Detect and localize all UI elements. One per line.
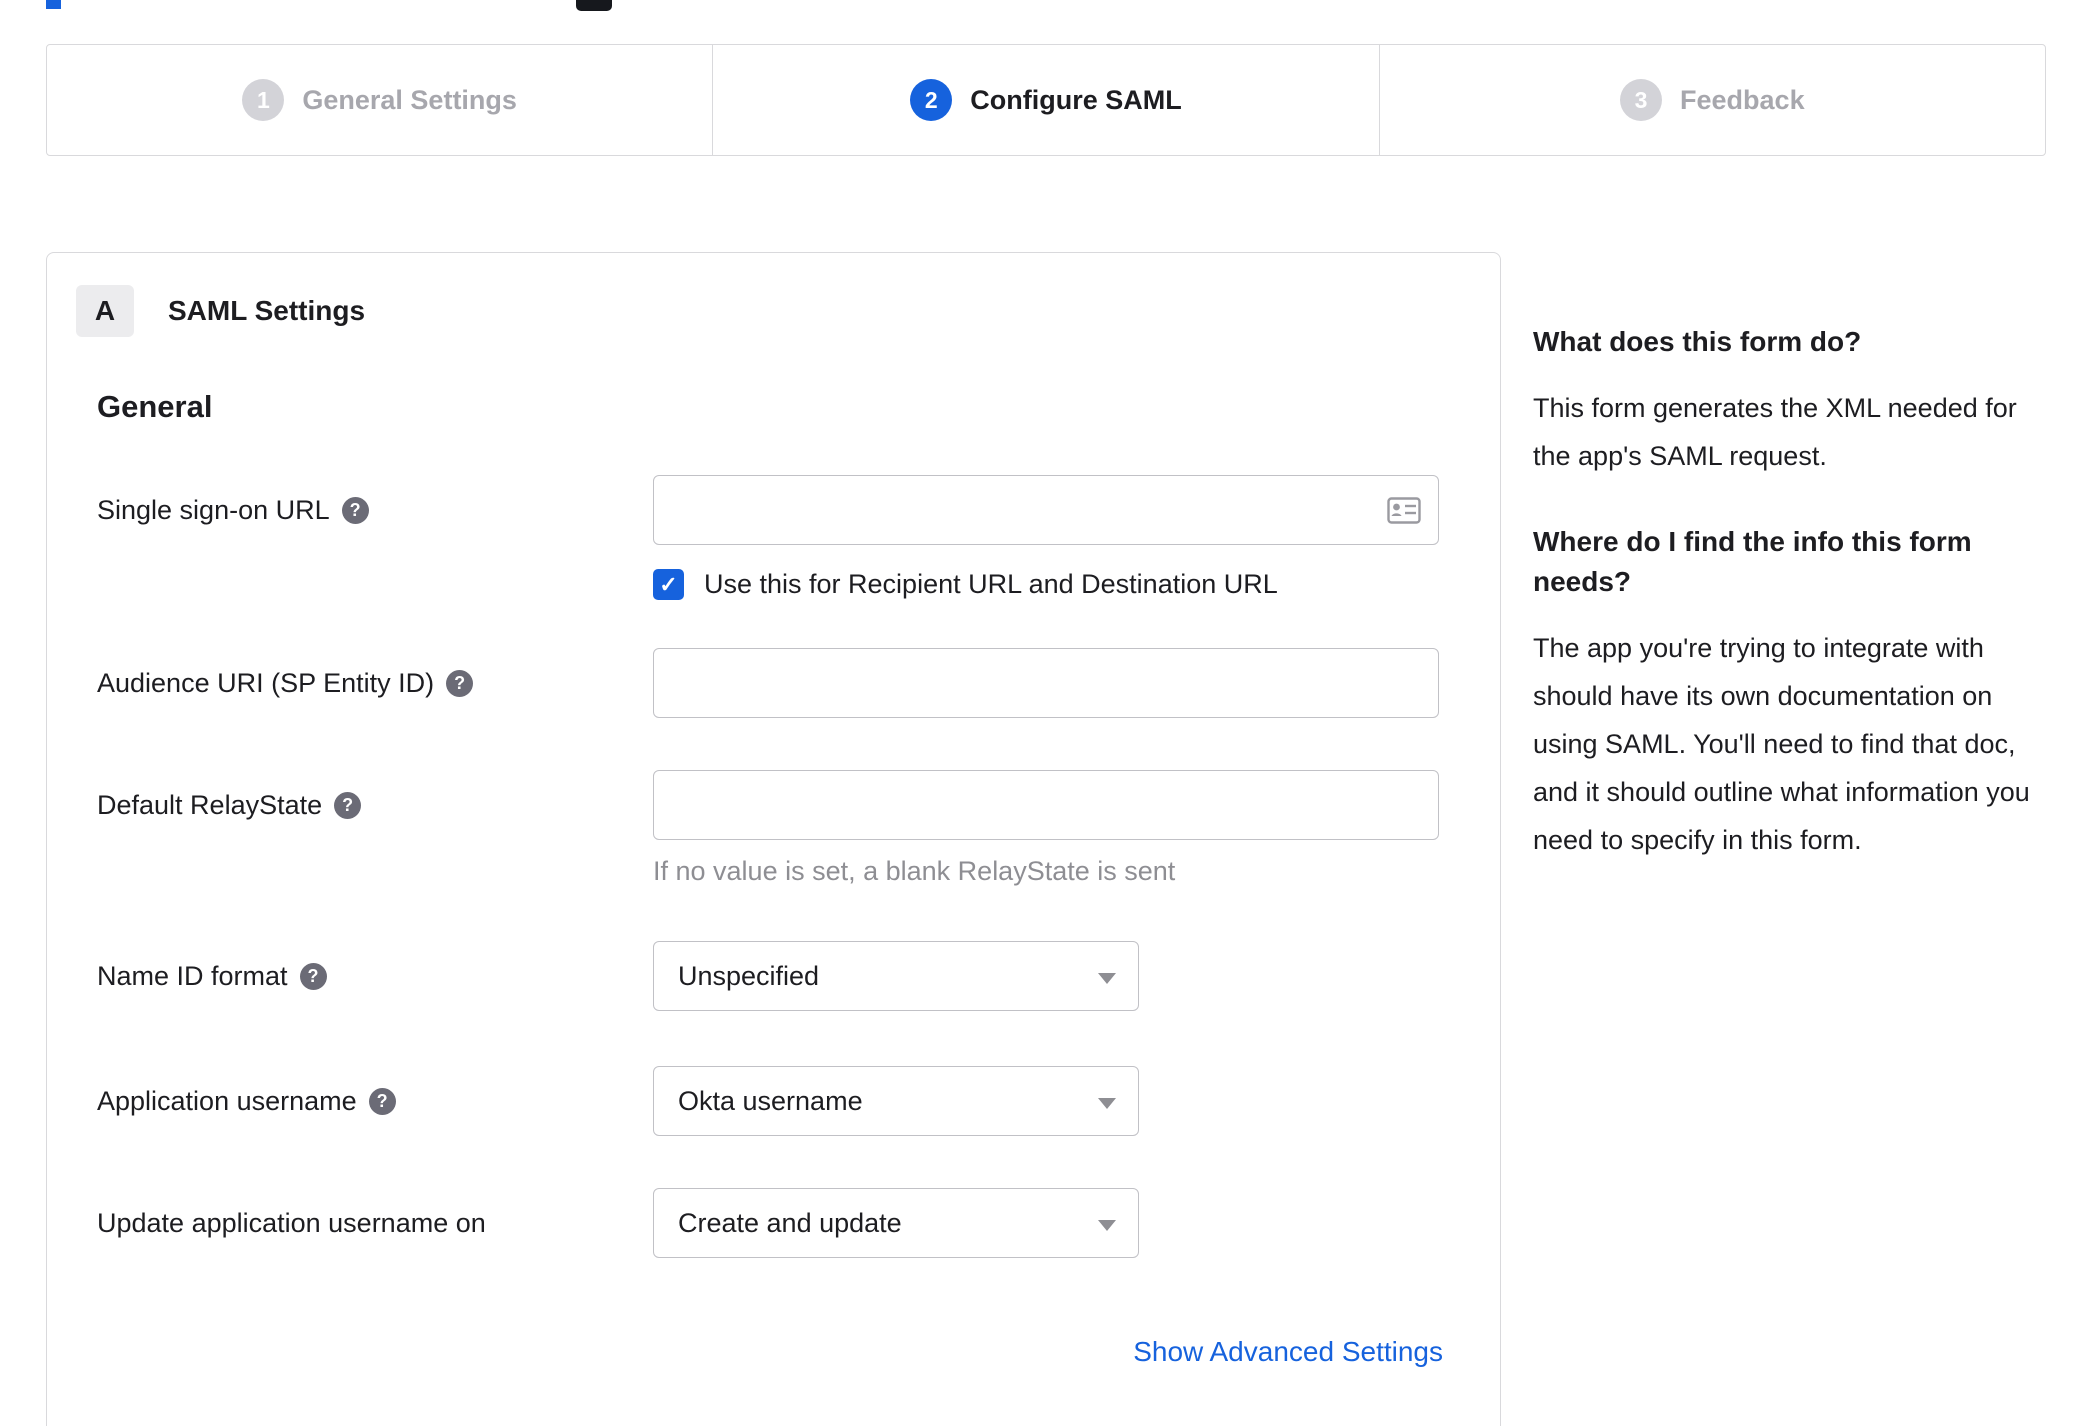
field-row-single-sign-on-url: Single sign-on URL ? ✓ Use this for Reci… xyxy=(97,475,1470,600)
field-row-audience-uri: Audience URI (SP Entity ID) ? xyxy=(97,648,1470,718)
chevron-down-icon xyxy=(1098,1219,1116,1231)
field-input-group: Create and update xyxy=(653,1188,1443,1258)
recipient-url-checkbox-label: Use this for Recipient URL and Destinati… xyxy=(704,569,1278,599)
update-username-on-select[interactable]: Create and update xyxy=(653,1188,1139,1258)
field-input-group: ✓ Use this for Recipient URL and Destina… xyxy=(653,475,1443,600)
advanced-settings-row: Show Advanced Settings xyxy=(97,1336,1443,1368)
panel-header: A SAML Settings xyxy=(76,285,1470,337)
step-2-label: Configure SAML xyxy=(970,84,1182,115)
help-icon[interactable]: ? xyxy=(368,1088,396,1115)
field-input-group: Unspecified xyxy=(653,941,1443,1011)
panel-title: SAML Settings xyxy=(168,295,366,326)
field-row-update-username-on: Update application username on Create an… xyxy=(97,1188,1470,1258)
step-general-settings[interactable]: 1 General Settings xyxy=(47,45,712,155)
clipped-header-icon-fragment xyxy=(576,0,612,11)
field-label-group: Single sign-on URL ? xyxy=(97,475,653,600)
general-section-heading: General xyxy=(97,389,213,424)
section-a-badge: A xyxy=(76,285,134,337)
name-id-format-select[interactable]: Unspecified xyxy=(653,941,1139,1011)
update-username-on-value: Create and update xyxy=(678,1207,902,1238)
field-input-group: Okta username xyxy=(653,1066,1443,1136)
step-feedback[interactable]: 3 Feedback xyxy=(1378,45,2045,155)
field-label: Single sign-on URL xyxy=(97,495,330,525)
help-icon[interactable]: ? xyxy=(334,792,362,819)
sidebar-heading-2: Where do I find the info this form needs… xyxy=(1533,526,1972,597)
field-label: Audience URI (SP Entity ID) xyxy=(97,668,435,698)
clipped-page-title-fragment xyxy=(46,0,61,9)
application-username-value: Okta username xyxy=(678,1085,863,1116)
field-row-name-id-format: Name ID format ? Unspecified xyxy=(97,941,1470,1011)
step-1-circle: 1 xyxy=(242,79,285,121)
single-sign-on-url-input[interactable] xyxy=(653,475,1439,545)
sidebar-heading-1: What does this form do? xyxy=(1533,326,1862,357)
field-row-default-relaystate: Default RelayState ? If no value is set,… xyxy=(97,770,1470,887)
application-username-select[interactable]: Okta username xyxy=(653,1066,1139,1136)
step-3-circle: 3 xyxy=(1620,79,1663,121)
field-label-group: Audience URI (SP Entity ID) ? xyxy=(97,648,653,718)
field-label: Name ID format xyxy=(97,961,288,991)
field-input-group xyxy=(653,648,1443,718)
step-1-label: General Settings xyxy=(302,84,517,115)
field-input-group: If no value is set, a blank RelayState i… xyxy=(653,770,1443,887)
help-sidebar: What does this form do? This form genera… xyxy=(1533,322,2049,906)
step-2-circle: 2 xyxy=(910,79,953,121)
default-relaystate-input[interactable] xyxy=(653,770,1439,840)
relaystate-hint: If no value is set, a blank RelayState i… xyxy=(653,856,1176,886)
field-label: Update application username on xyxy=(97,1208,486,1238)
sidebar-body-1: This form generates the XML needed for t… xyxy=(1533,393,2017,471)
field-label-group: Default RelayState ? xyxy=(97,770,653,887)
help-icon[interactable]: ? xyxy=(341,497,369,524)
show-advanced-settings-link[interactable]: Show Advanced Settings xyxy=(1133,1336,1443,1367)
recipient-url-check-row: ✓ Use this for Recipient URL and Destina… xyxy=(653,569,1443,600)
help-icon[interactable]: ? xyxy=(299,963,327,990)
saml-wizard-page: 1 General Settings 2 Configure SAML 3 Fe… xyxy=(0,0,2092,1426)
field-label-group: Update application username on xyxy=(97,1188,653,1258)
chevron-down-icon xyxy=(1098,972,1116,984)
step-configure-saml[interactable]: 2 Configure SAML xyxy=(712,45,1378,155)
field-label: Application username xyxy=(97,1086,357,1116)
field-row-application-username: Application username ? Okta username xyxy=(97,1066,1470,1136)
audience-uri-input[interactable] xyxy=(653,648,1439,718)
name-id-format-value: Unspecified xyxy=(678,960,820,991)
saml-settings-panel: A SAML Settings General Single sign-on U… xyxy=(46,252,1501,1426)
field-label-group: Application username ? xyxy=(97,1066,653,1136)
contact-card-icon xyxy=(1387,497,1421,524)
help-icon[interactable]: ? xyxy=(446,670,474,697)
field-label: Default RelayState xyxy=(97,790,323,820)
field-label-group: Name ID format ? xyxy=(97,941,653,1011)
chevron-down-icon xyxy=(1098,1097,1116,1109)
sidebar-body-2: The app you're trying to integrate with … xyxy=(1533,633,2030,855)
step-3-label: Feedback xyxy=(1680,84,1805,115)
recipient-url-checkbox[interactable]: ✓ xyxy=(653,569,684,600)
wizard-stepper: 1 General Settings 2 Configure SAML 3 Fe… xyxy=(46,44,2046,156)
single-sign-on-url-wrap xyxy=(653,475,1439,545)
